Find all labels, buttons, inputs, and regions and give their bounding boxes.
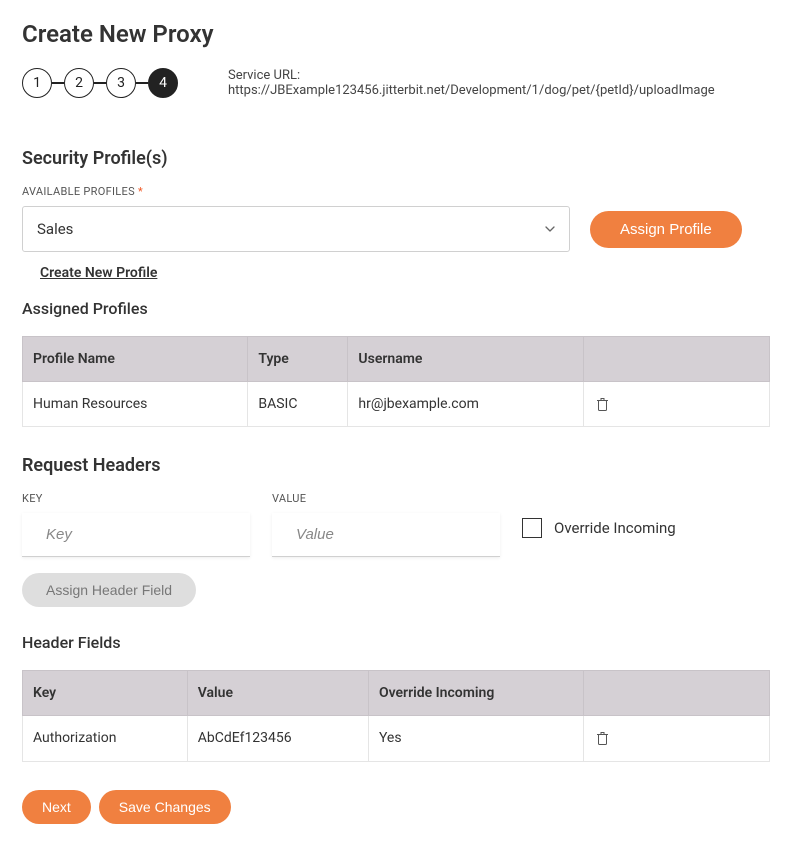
cell-profile-name: Human Resources bbox=[23, 382, 248, 427]
security-profiles-heading: Security Profile(s) bbox=[22, 148, 770, 169]
key-field: KEY bbox=[22, 492, 250, 557]
col-override: Override Incoming bbox=[368, 671, 583, 716]
stepper: 1 2 3 4 bbox=[22, 68, 178, 98]
assigned-profiles-title: Assigned Profiles bbox=[22, 299, 770, 318]
cell-type: BASIC bbox=[248, 382, 348, 427]
request-headers-inputs: KEY VALUE Override Incoming bbox=[22, 492, 770, 557]
override-label: Override Incoming bbox=[554, 519, 676, 537]
col-username: Username bbox=[348, 337, 584, 382]
assign-profile-button[interactable]: Assign Profile bbox=[590, 211, 742, 248]
header-fields-table: Key Value Override Incoming Authorizatio… bbox=[22, 670, 770, 761]
header-fields-title: Header Fields bbox=[22, 633, 770, 652]
step-4[interactable]: 4 bbox=[148, 68, 178, 98]
value-field: VALUE bbox=[272, 492, 500, 557]
table-header-row: Profile Name Type Username bbox=[23, 337, 770, 382]
key-input[interactable] bbox=[22, 513, 250, 557]
available-profiles-label-text: AVAILABLE PROFILES bbox=[22, 185, 135, 198]
create-new-profile-link[interactable]: Create New Profile bbox=[40, 265, 157, 281]
save-changes-button[interactable]: Save Changes bbox=[99, 790, 231, 824]
request-headers-heading: Request Headers bbox=[22, 455, 770, 476]
page-title: Create New Proxy bbox=[22, 20, 770, 48]
col-actions bbox=[584, 671, 770, 716]
col-key: Key bbox=[23, 671, 188, 716]
next-button[interactable]: Next bbox=[22, 790, 91, 824]
step-connector bbox=[136, 82, 148, 84]
step-2[interactable]: 2 bbox=[64, 68, 94, 98]
step-1[interactable]: 1 bbox=[22, 68, 52, 98]
step-connector bbox=[52, 82, 64, 84]
col-type: Type bbox=[248, 337, 348, 382]
assign-header-field-button[interactable]: Assign Header Field bbox=[22, 573, 196, 607]
step-3[interactable]: 3 bbox=[106, 68, 136, 98]
assigned-profiles-table: Profile Name Type Username Human Resourc… bbox=[22, 336, 770, 427]
footer-buttons: Next Save Changes bbox=[22, 790, 770, 824]
step-connector bbox=[94, 82, 106, 84]
profile-select-row: Sales Assign Profile bbox=[22, 206, 770, 252]
table-row: Human Resources BASIC hr@jbexample.com bbox=[23, 382, 770, 427]
col-value: Value bbox=[187, 671, 368, 716]
override-checkbox[interactable] bbox=[522, 518, 542, 538]
available-profiles-label: AVAILABLE PROFILES * bbox=[22, 185, 770, 198]
cell-actions bbox=[584, 716, 770, 761]
service-url: Service URL: https://JBExample123456.jit… bbox=[228, 68, 770, 98]
value-input[interactable] bbox=[272, 513, 500, 557]
select-value: Sales bbox=[37, 220, 73, 238]
chevron-down-icon bbox=[545, 224, 555, 234]
service-url-value: https://JBExample123456.jitterbit.net/De… bbox=[228, 83, 715, 98]
table-row: Authorization AbCdEf123456 Yes bbox=[23, 716, 770, 761]
value-label: VALUE bbox=[272, 492, 500, 505]
cell-actions bbox=[584, 382, 770, 427]
col-profile-name: Profile Name bbox=[23, 337, 248, 382]
col-actions bbox=[584, 337, 770, 382]
service-url-label: Service URL: bbox=[228, 68, 300, 83]
key-label: KEY bbox=[22, 492, 250, 505]
table-header-row: Key Value Override Incoming bbox=[23, 671, 770, 716]
trash-icon[interactable] bbox=[594, 396, 610, 412]
cell-username: hr@jbexample.com bbox=[348, 382, 584, 427]
trash-icon[interactable] bbox=[594, 731, 610, 747]
override-checkbox-group: Override Incoming bbox=[522, 518, 676, 538]
available-profiles-select[interactable]: Sales bbox=[22, 206, 570, 252]
cell-override: Yes bbox=[368, 716, 583, 761]
cell-value: AbCdEf123456 bbox=[187, 716, 368, 761]
cell-key: Authorization bbox=[23, 716, 188, 761]
required-indicator: * bbox=[138, 185, 143, 198]
stepper-row: 1 2 3 4 Service URL: https://JBExample12… bbox=[22, 68, 770, 98]
